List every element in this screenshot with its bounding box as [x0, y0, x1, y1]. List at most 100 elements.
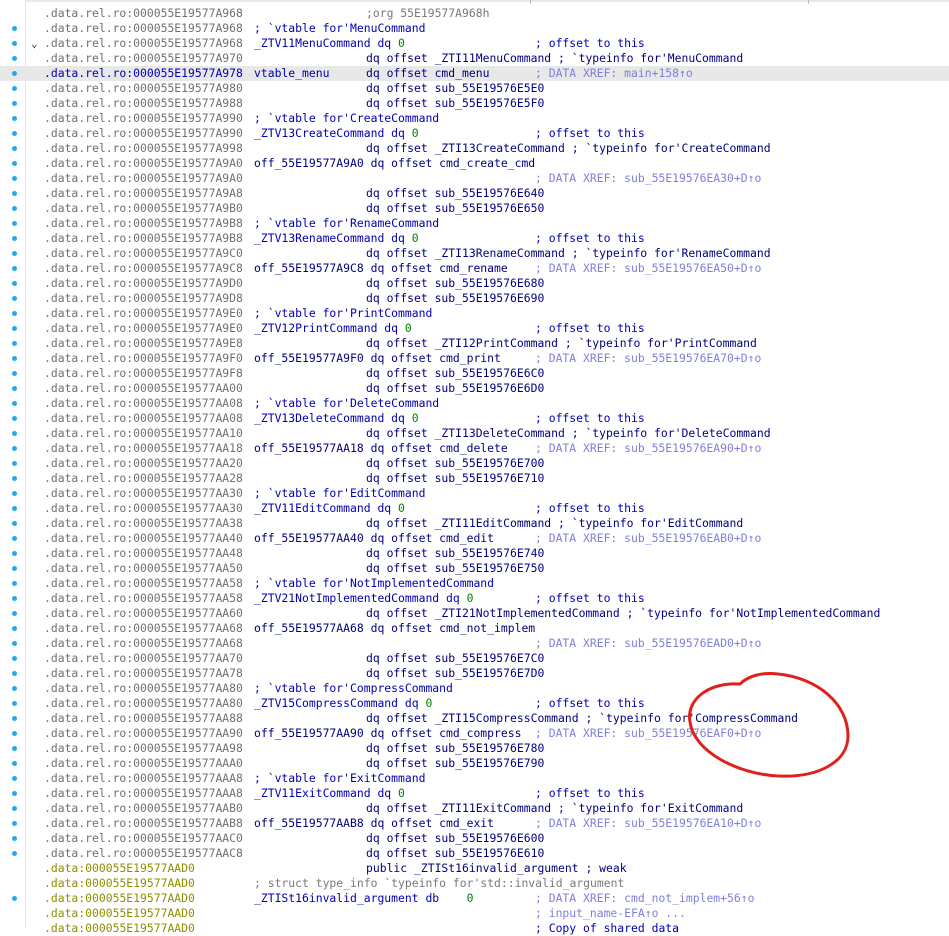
listing-line[interactable]: .data.rel.ro:000055E19577AA48 dq offset s…: [0, 546, 949, 561]
disassembly-listing[interactable]: .data.rel.ro:000055E19577A968 ;org 55E195…: [0, 6, 949, 936]
listing-line[interactable]: .data.rel.ro:000055E19577AAC8 dq offset s…: [0, 846, 949, 861]
breakpoint-dot-icon[interactable]: [12, 401, 17, 406]
listing-line[interactable]: .data.rel.ro:000055E19577AA30 ; `vtable f…: [0, 486, 949, 501]
breakpoint-dot-icon[interactable]: [12, 431, 17, 436]
instruction[interactable]: ;org 55E19577A968h: [366, 6, 489, 21]
breakpoint-dot-icon[interactable]: [12, 641, 17, 646]
label-or-comment[interactable]: _ZTV12PrintCommand dq 0: [254, 321, 412, 336]
instruction[interactable]: public _ZTISt16invalid_argument ; weak: [366, 861, 627, 876]
listing-line[interactable]: .data:000055E19577AAD0 ; struct type_info…: [0, 876, 949, 891]
listing-line[interactable]: .data.rel.ro:000055E19577A9D0 dq offset s…: [0, 276, 949, 291]
code-text[interactable]: ; `vtable for'RenameCommand: [254, 216, 439, 230]
listing-line[interactable]: .data.rel.ro:000055E19577A990 ; `vtable f…: [0, 111, 949, 126]
instruction[interactable]: dq offset sub_55E19576E750: [366, 561, 544, 576]
code-text[interactable]: ; `vtable for'CompressCommand: [254, 681, 453, 695]
label-or-comment[interactable]: off_55E19577AA90 dq offset cmd_compress: [254, 726, 521, 741]
listing-line[interactable]: .data:000055E19577AAD0 ; Copy of shared d…: [0, 921, 949, 936]
breakpoint-dot-icon[interactable]: [12, 701, 17, 706]
listing-line[interactable]: .data.rel.ro:000055E19577AA90 off_55E1957…: [0, 726, 949, 741]
label-or-comment[interactable]: _ZTV13DeleteCommand dq 0: [254, 411, 419, 426]
listing-line[interactable]: .data.rel.ro:000055E19577AA98 dq offset s…: [0, 741, 949, 756]
label-or-comment[interactable]: _ZTV13RenameCommand dq 0: [254, 231, 419, 246]
xref-comment[interactable]: ; DATA XREF: sub_55E19576EA30+D↑o: [535, 171, 761, 186]
breakpoint-dot-icon[interactable]: [12, 731, 17, 736]
label-or-comment[interactable]: _ZTV13CreateCommand dq 0: [254, 126, 419, 141]
listing-line[interactable]: .data.rel.ro:000055E19577AA58 ; `vtable f…: [0, 576, 949, 591]
xref-comment[interactable]: ; DATA XREF: main+158↑o: [535, 66, 693, 81]
listing-line[interactable]: .data.rel.ro:000055E19577AA58 _ZTV21NotIm…: [0, 591, 949, 606]
breakpoint-dot-icon[interactable]: [12, 161, 17, 166]
breakpoint-dot-icon[interactable]: [12, 101, 17, 106]
instruction[interactable]: dq offset _ZTI13RenameCommand ; `typeinf…: [366, 246, 771, 261]
code-text[interactable]: off_55E19577AAB8 dq offset cmd_exit: [254, 816, 494, 830]
xref-comment[interactable]: ; DATA XREF: sub_55E19576EA70+D↑o: [535, 351, 761, 366]
breakpoint-dot-icon[interactable]: [12, 356, 17, 361]
instruction[interactable]: dq offset sub_55E19576E650: [366, 201, 544, 216]
listing-line[interactable]: .data:000055E19577AAD0 ; input_name-EFA↑o…: [0, 906, 949, 921]
listing-line[interactable]: .data.rel.ro:000055E19577A978 vtable_menu…: [0, 66, 949, 81]
listing-line[interactable]: .data.rel.ro:000055E19577AA20 dq offset s…: [0, 456, 949, 471]
breakpoint-dot-icon[interactable]: [12, 296, 17, 301]
code-text[interactable]: _ZTV11EditCommand dq: [254, 501, 398, 515]
label-or-comment[interactable]: off_55E19577A9C8 dq offset cmd_rename: [254, 261, 508, 276]
breakpoint-dot-icon[interactable]: [12, 761, 17, 766]
label-or-comment[interactable]: _ZTV11EditCommand dq 0: [254, 501, 405, 516]
instruction[interactable]: dq offset _ZTI11EditCommand ; `typeinfo …: [366, 516, 743, 531]
instruction[interactable]: dq offset sub_55E19576E740: [366, 546, 544, 561]
code-text[interactable]: off_55E19577AA40 dq offset cmd_edit: [254, 531, 494, 545]
collapse-chevron-icon[interactable]: ⌄: [31, 36, 38, 51]
code-text[interactable]: _ZTV12PrintCommand dq: [254, 321, 405, 335]
code-text[interactable]: _ZTV13RenameCommand dq: [254, 231, 412, 245]
listing-line[interactable]: .data.rel.ro:000055E19577A9B8 ; `vtable f…: [0, 216, 949, 231]
code-text[interactable]: off_55E19577A9C8 dq offset cmd_rename: [254, 261, 508, 275]
label-or-comment[interactable]: off_55E19577AA40 dq offset cmd_edit: [254, 531, 494, 546]
label-or-comment[interactable]: _ZTISt16invalid_argument db 0: [254, 891, 473, 906]
label-or-comment[interactable]: ; `vtable for'CreateCommand: [254, 111, 439, 126]
label-or-comment[interactable]: _ZTV15CompressCommand dq 0: [254, 696, 432, 711]
code-text[interactable]: ; `vtable for'CreateCommand: [254, 111, 439, 125]
code-text[interactable]: ; `vtable for'PrintCommand: [254, 306, 432, 320]
instruction[interactable]: dq offset sub_55E19576E6D0: [366, 381, 544, 396]
label-or-comment[interactable]: ; `vtable for'EditCommand: [254, 486, 425, 501]
breakpoint-dot-icon[interactable]: [12, 281, 17, 286]
breakpoint-dot-icon[interactable]: [12, 71, 17, 76]
listing-line[interactable]: .data.rel.ro:000055E19577AA50 dq offset s…: [0, 561, 949, 576]
breakpoint-dot-icon[interactable]: [12, 686, 17, 691]
code-text[interactable]: ; `vtable for'NotImplementedCommand: [254, 576, 494, 590]
breakpoint-dot-icon[interactable]: [12, 341, 17, 346]
breakpoint-dot-icon[interactable]: [12, 821, 17, 826]
listing-line[interactable]: .data.rel.ro:000055E19577AA00 dq offset s…: [0, 381, 949, 396]
listing-line[interactable]: .data:000055E19577AAD0 public _ZTISt16inv…: [0, 861, 949, 876]
label-or-comment[interactable]: vtable_menu: [254, 66, 329, 81]
breakpoint-dot-icon[interactable]: [12, 566, 17, 571]
listing-line[interactable]: .data.rel.ro:000055E19577AAA0 dq offset s…: [0, 756, 949, 771]
listing-line[interactable]: .data.rel.ro:000055E19577AA30 _ZTV11EditC…: [0, 501, 949, 516]
code-text[interactable]: _ZTV21NotImplementedCommand dq: [254, 591, 467, 605]
breakpoint-dot-icon[interactable]: [12, 716, 17, 721]
listing-line[interactable]: .data.rel.ro:000055E19577A9E0 _ZTV12Print…: [0, 321, 949, 336]
xref-comment[interactable]: ; DATA XREF: sub_55E19576EAF0+D↑o: [535, 726, 761, 741]
listing-line[interactable]: .data.rel.ro:000055E19577A9A0 ; DATA XREF…: [0, 171, 949, 186]
listing-line[interactable]: .data.rel.ro:000055E19577A9B0 dq offset s…: [0, 201, 949, 216]
label-or-comment[interactable]: ; `vtable for'MenuCommand: [254, 21, 425, 36]
listing-line[interactable]: .data.rel.ro:000055E19577A968 ;org 55E195…: [0, 6, 949, 21]
listing-line[interactable]: .data.rel.ro:000055E19577A988 dq offset s…: [0, 96, 949, 111]
listing-line[interactable]: .data.rel.ro:000055E19577AA60 dq offset _…: [0, 606, 949, 621]
listing-line[interactable]: .data.rel.ro:000055E19577AA80 _ZTV15Compr…: [0, 696, 949, 711]
code-text[interactable]: off_55E19577AA18 dq offset cmd_delete: [254, 441, 508, 455]
listing-line[interactable]: .data.rel.ro:000055E19577A9D8 dq offset s…: [0, 291, 949, 306]
xref-comment[interactable]: ; DATA XREF: sub_55E19576EA90+D↑o: [535, 441, 761, 456]
breakpoint-dot-icon[interactable]: [12, 326, 17, 331]
listing-line[interactable]: ⌄ .data.rel.ro:000055E19577A968 _ZTV11Menu…: [0, 36, 949, 51]
code-text[interactable]: ; `vtable for'MenuCommand: [254, 21, 425, 35]
listing-line[interactable]: .data.rel.ro:000055E19577AA08 _ZTV13Delet…: [0, 411, 949, 426]
breakpoint-dot-icon[interactable]: [12, 806, 17, 811]
code-text[interactable]: _ZTV15CompressCommand dq: [254, 696, 425, 710]
listing-line[interactable]: .data.rel.ro:000055E19577A9A0 off_55E1957…: [0, 156, 949, 171]
breakpoint-dot-icon[interactable]: [12, 491, 17, 496]
code-text[interactable]: _ZTISt16invalid_argument db: [254, 891, 467, 905]
breakpoint-dot-icon[interactable]: [12, 791, 17, 796]
code-text[interactable]: _ZTV11ExitCommand dq: [254, 786, 398, 800]
listing-line[interactable]: .data.rel.ro:000055E19577A9F0 off_55E1957…: [0, 351, 949, 366]
label-or-comment[interactable]: ; `vtable for'RenameCommand: [254, 216, 439, 231]
